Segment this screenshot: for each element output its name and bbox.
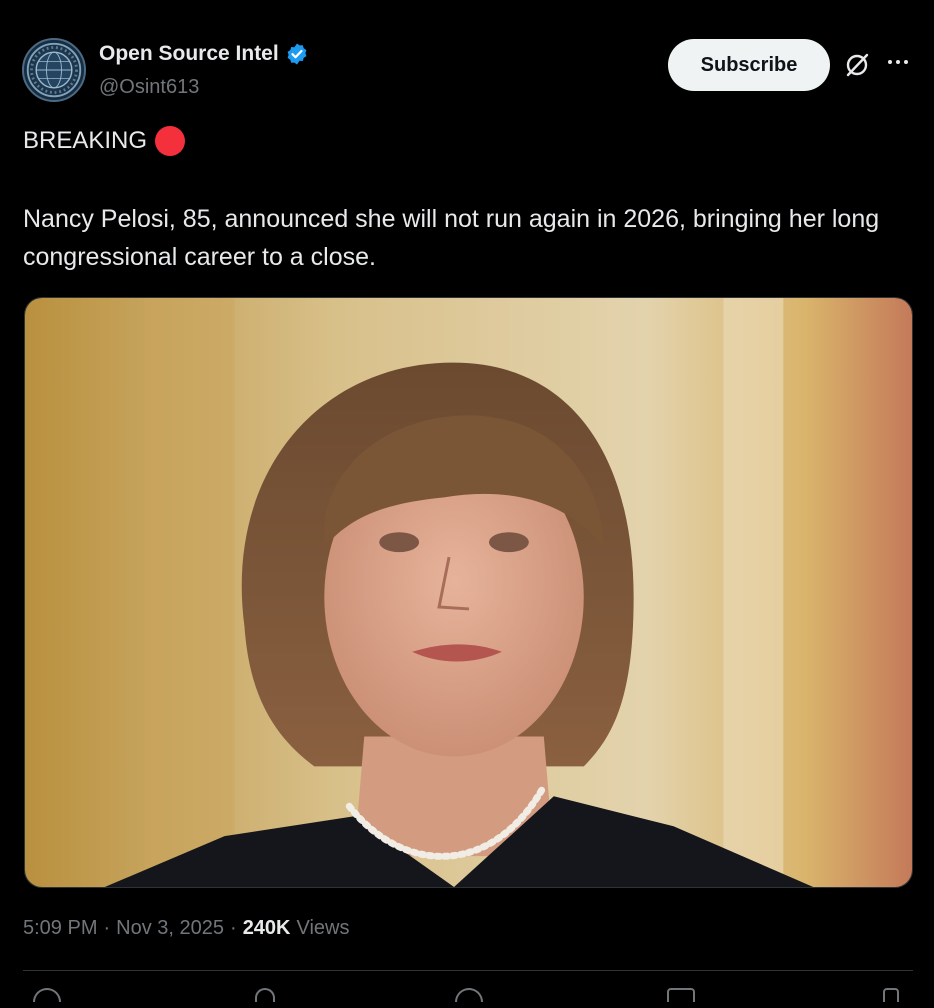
post-date[interactable]: Nov 3, 2025 <box>116 917 224 940</box>
more-options-icon[interactable] <box>884 48 912 76</box>
verified-badge-icon <box>285 42 309 66</box>
grok-icon[interactable] <box>844 52 870 78</box>
post-meta: 5:09 PM · Nov 3, 2025 · 240K Views <box>23 917 350 940</box>
globe-seal-icon <box>26 42 82 98</box>
post-text: Nancy Pelosi, 85, announced she will not… <box>23 205 880 271</box>
portrait-photo <box>25 298 912 887</box>
breaking-tag: BREAKING <box>23 126 186 156</box>
separator: · <box>103 917 111 939</box>
avatar[interactable] <box>22 38 86 102</box>
subscribe-button[interactable]: Subscribe <box>668 39 830 91</box>
account-handle[interactable]: @Osint613 <box>99 76 199 99</box>
views-count: 240K <box>242 917 291 939</box>
red-circle-icon <box>155 126 186 156</box>
views-label: Views <box>296 917 350 939</box>
account-name[interactable]: Open Source Intel <box>99 42 279 66</box>
breaking-label: BREAKING <box>23 127 148 154</box>
post-photo[interactable] <box>24 297 913 888</box>
separator: · <box>230 917 237 939</box>
post-header: Open Source Intel @Osint613 Subscribe <box>22 38 912 102</box>
divider <box>23 970 913 971</box>
post-time[interactable]: 5:09 PM <box>23 917 97 940</box>
name-row: Open Source Intel <box>99 42 309 66</box>
action-bar <box>23 988 913 1008</box>
